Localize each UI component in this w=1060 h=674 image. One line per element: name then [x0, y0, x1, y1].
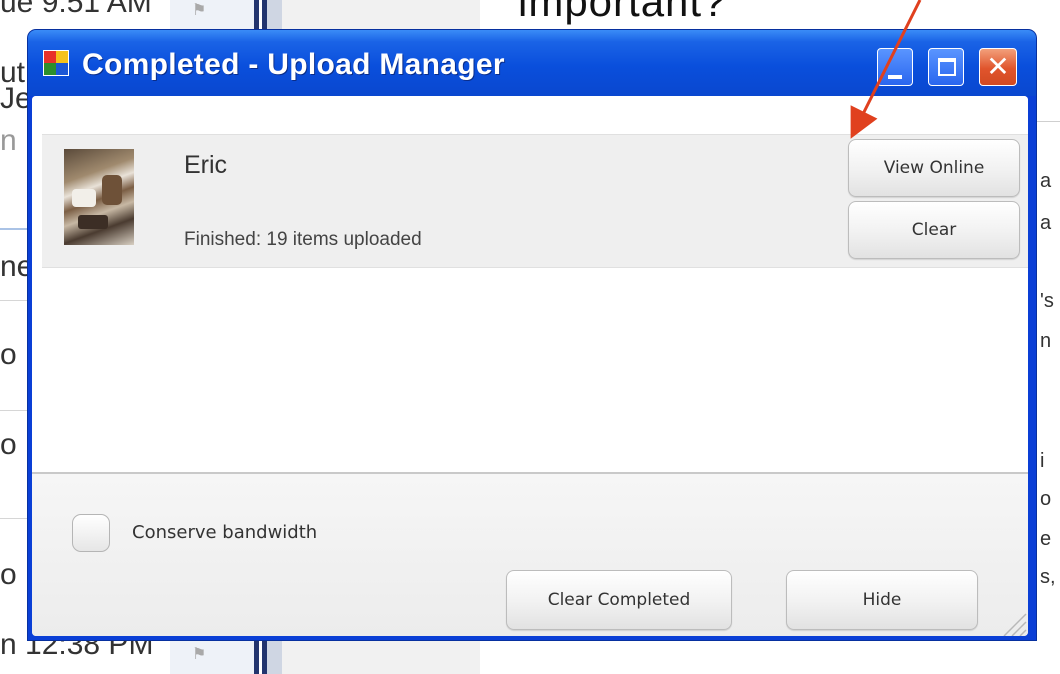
- upload-manager-window: Completed - Upload Manager ✕ Eric Finish…: [28, 30, 1036, 640]
- conserve-bandwidth-checkbox[interactable]: [72, 514, 110, 552]
- upload-list: Eric Finished: 19 items uploaded View On…: [32, 96, 1028, 472]
- maximize-icon: [938, 58, 956, 76]
- view-online-button[interactable]: View Online: [848, 139, 1020, 197]
- background-fragment: n: [1040, 330, 1052, 352]
- clear-button[interactable]: Clear: [848, 201, 1020, 259]
- background-heading: important?: [518, 0, 727, 25]
- close-button[interactable]: ✕: [979, 48, 1017, 86]
- clear-completed-button[interactable]: Clear Completed: [506, 570, 732, 630]
- window-footer: Conserve bandwidth Clear Completed Hide: [32, 472, 1028, 636]
- background-fragment: a: [1040, 212, 1052, 234]
- background-time-top: ue 9:51 AM: [0, 0, 152, 19]
- close-icon: ✕: [986, 50, 1010, 83]
- background-fragment: n: [0, 124, 17, 157]
- background-fragment: 's: [1040, 290, 1054, 312]
- background-fragment: e: [1040, 528, 1052, 550]
- minimize-button[interactable]: [877, 48, 913, 86]
- resize-grip-icon[interactable]: [998, 608, 1028, 636]
- background-fragment: Je: [0, 82, 32, 115]
- background-fragment: s,: [1040, 566, 1056, 588]
- album-thumbnail: [64, 149, 134, 245]
- background-fragment: a: [1040, 170, 1052, 192]
- background-fragment: i: [1040, 450, 1045, 472]
- background-fragment: o: [0, 428, 17, 461]
- background-fragment: o: [1040, 488, 1052, 510]
- minimize-icon: [888, 75, 902, 79]
- hide-button[interactable]: Hide: [786, 570, 978, 630]
- upload-item-name: Eric: [184, 151, 228, 179]
- window-content: Eric Finished: 19 items uploaded View On…: [32, 96, 1028, 636]
- background-fragment: o: [0, 558, 17, 591]
- window-titlebar[interactable]: Completed - Upload Manager ✕: [28, 30, 1036, 96]
- upload-item-status: Finished: 19 items uploaded: [184, 229, 422, 250]
- app-icon: [43, 50, 69, 76]
- upload-item: Eric Finished: 19 items uploaded View On…: [42, 134, 1028, 268]
- flag-icon: ⚑: [192, 2, 207, 19]
- background-fragment: o: [0, 338, 17, 371]
- maximize-button[interactable]: [928, 48, 964, 86]
- window-title: Completed - Upload Manager: [82, 48, 505, 81]
- flag-icon: ⚑: [192, 646, 207, 663]
- conserve-bandwidth-label: Conserve bandwidth: [132, 522, 318, 543]
